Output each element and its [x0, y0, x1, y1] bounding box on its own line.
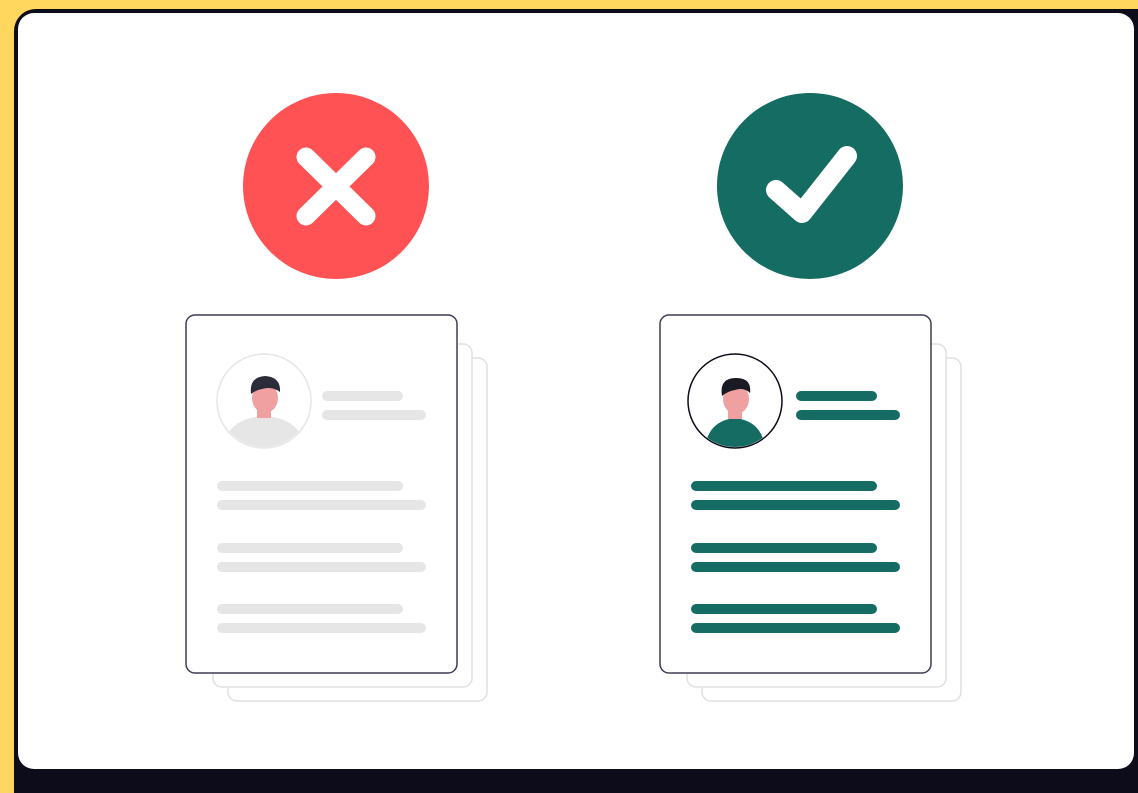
- body-line: [217, 562, 426, 572]
- approved-resume-group: [659, 93, 962, 702]
- body-line: [691, 500, 900, 510]
- body-line: [217, 623, 426, 633]
- title-line: [322, 410, 426, 420]
- title-line: [796, 410, 900, 420]
- body-line: [691, 562, 900, 572]
- body-line: [691, 543, 877, 553]
- avatar-colored: [687, 353, 783, 449]
- resume-front-sheet: [185, 314, 458, 674]
- body-line: [691, 481, 877, 491]
- body-line: [217, 500, 426, 510]
- body-line: [217, 543, 403, 553]
- avatar-grey: [216, 353, 312, 449]
- body-line: [691, 604, 877, 614]
- rejected-resume-group: [185, 93, 488, 702]
- comparison-illustration: [185, 93, 962, 702]
- name-line: [322, 391, 403, 401]
- approve-check-icon: [717, 93, 903, 279]
- body-line: [691, 623, 900, 633]
- body-line: [217, 604, 403, 614]
- name-line: [796, 391, 877, 401]
- body-line: [217, 481, 403, 491]
- reject-x-icon: [243, 93, 429, 279]
